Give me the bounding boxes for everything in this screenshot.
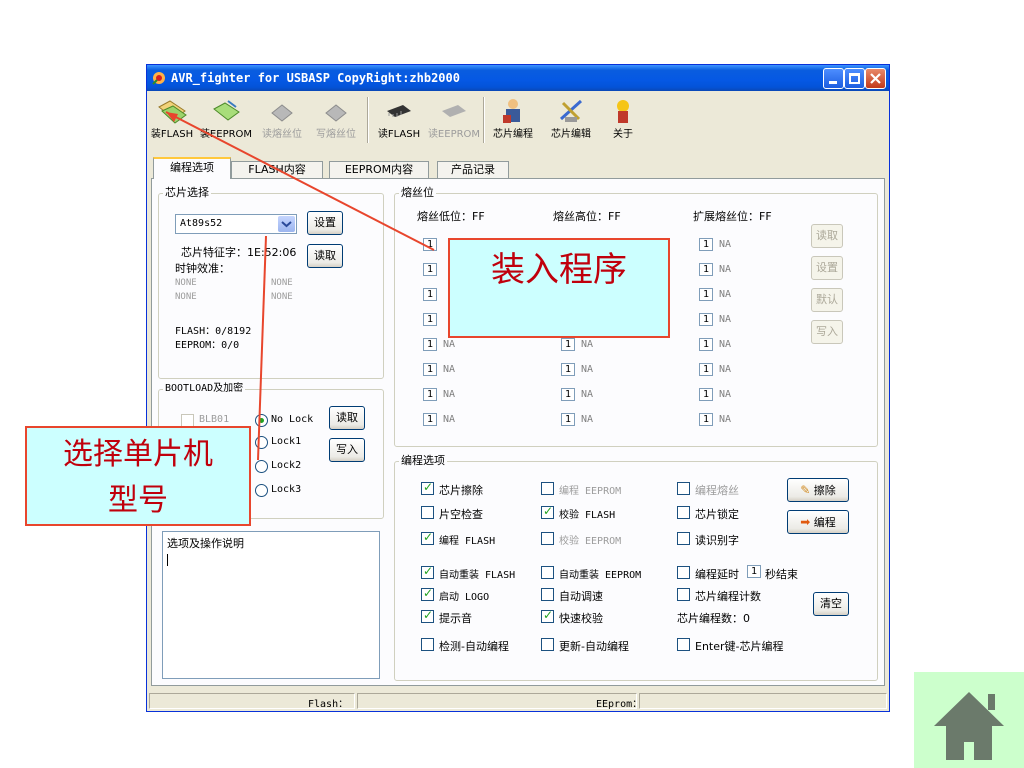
home-icon [934,692,1004,760]
load-program-arrow-line [165,111,435,251]
select-chip-callout-line2: 型号 [108,483,168,518]
select-chip-callout: 选择单片机 型号 [25,426,251,526]
load-program-callout: 装入程序 [448,238,670,338]
select-chip-arrow-line [257,235,267,461]
tab-program-options[interactable]: 编程选项 [153,157,231,179]
load-program-arrowhead [166,112,178,122]
select-chip-callout-line1: 选择单片机 [63,437,213,472]
callout-arrows [165,111,435,461]
load-program-callout-text: 装入程序 [491,250,627,290]
home-button[interactable] [914,672,1024,768]
